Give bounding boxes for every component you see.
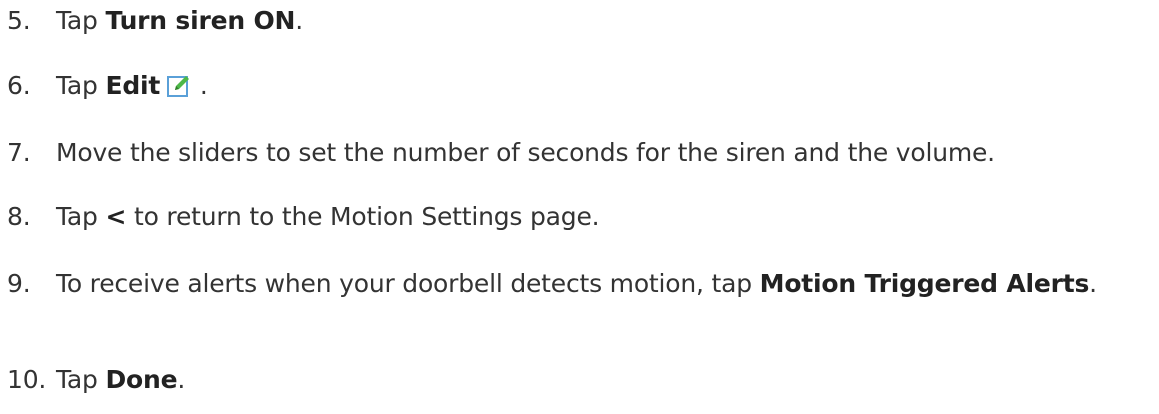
step-text: Move the sliders to set the number of se… — [56, 138, 995, 167]
step-text: Tap < to return to the Motion Settings p… — [56, 200, 1156, 234]
step-10: 10. Tap Done. — [0, 363, 1159, 397]
step-text-after: to return to the Motion Settings page. — [126, 202, 600, 231]
step-number: 8. — [7, 202, 31, 231]
back-chevron-label: < — [105, 202, 127, 231]
turn-siren-on-label: Turn siren ON — [105, 6, 296, 35]
step-number: 9. — [7, 269, 31, 298]
instruction-list: 5. Tap Turn siren ON. 6. Tap Edit . 7. M… — [0, 0, 1159, 414]
step-6: 6. Tap Edit . — [0, 69, 1159, 103]
step-text-before: Tap — [56, 6, 106, 35]
step-9: 9. To receive alerts when your doorbell … — [0, 265, 1159, 302]
step-8: 8. Tap < to return to the Motion Setting… — [0, 200, 1159, 234]
step-text-before: Tap — [56, 202, 106, 231]
step-text-after: . — [177, 365, 186, 394]
step-text-before: To receive alerts when your doorbell det… — [56, 269, 760, 298]
step-number: 7. — [7, 138, 31, 167]
step-5: 5. Tap Turn siren ON. — [0, 4, 1159, 38]
step-text-before: Tap — [56, 365, 106, 394]
step-text: To receive alerts when your doorbell det… — [56, 265, 1156, 302]
step-number: 6. — [7, 71, 31, 100]
step-text-after: . — [199, 71, 208, 100]
step-text: Tap Turn siren ON. — [56, 4, 1156, 38]
step-text: Tap Edit . — [56, 69, 1156, 103]
edit-pencil-icon — [167, 76, 190, 97]
motion-triggered-alerts-label: Motion Triggered Alerts — [759, 269, 1090, 298]
done-label: Done — [105, 365, 178, 394]
step-text-before: Tap — [56, 71, 106, 100]
step-text-after: . — [295, 6, 303, 35]
step-text-after: . — [1089, 269, 1097, 298]
step-text: Tap Done. — [56, 363, 1156, 397]
edit-label: Edit — [105, 71, 161, 100]
step-7: 7. Move the sliders to set the number of… — [0, 136, 1159, 170]
step-number: 10. — [7, 365, 47, 394]
step-number: 5. — [7, 6, 31, 35]
